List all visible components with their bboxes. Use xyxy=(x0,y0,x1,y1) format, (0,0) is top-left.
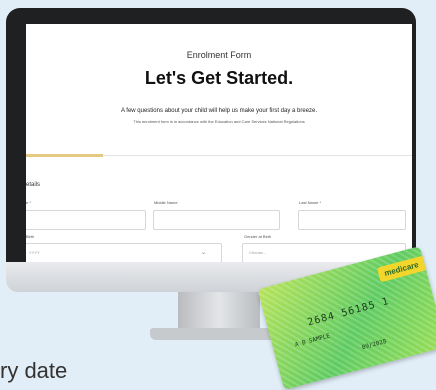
form-subtitle: A few questions about your child will he… xyxy=(120,108,318,114)
form-note: This enrolment form is in accordance wit… xyxy=(133,119,305,124)
chevron-down-icon: ⌄ xyxy=(201,250,207,256)
first-name-label: e * xyxy=(26,200,31,205)
dob-label: Birth xyxy=(26,234,35,239)
bottom-caption: ry date xyxy=(0,358,68,383)
monitor: Enrolment Form Let's Get Started. A few … xyxy=(6,8,416,276)
screen: Enrolment Form Let's Get Started. A few … xyxy=(26,24,412,268)
last-name-label: Last Name * xyxy=(299,200,322,205)
gender-value: Choose... xyxy=(249,250,267,255)
middle-name-label: Middle Name xyxy=(154,200,178,205)
form-header-small: Enrolment Form xyxy=(186,50,252,60)
progress-fill xyxy=(26,154,104,157)
section-label: etails xyxy=(26,182,41,188)
dob-field[interactable]: YYYY ⌄ xyxy=(26,243,222,263)
last-name-field[interactable] xyxy=(298,210,406,230)
form-title: Let's Get Started. xyxy=(144,68,294,88)
dob-value: YYYY xyxy=(29,250,40,255)
gender-label: Gender at Birth xyxy=(244,234,272,239)
monitor-stand-neck xyxy=(178,292,260,330)
middle-name-field[interactable] xyxy=(153,210,280,230)
first-name-field[interactable] xyxy=(26,210,146,230)
